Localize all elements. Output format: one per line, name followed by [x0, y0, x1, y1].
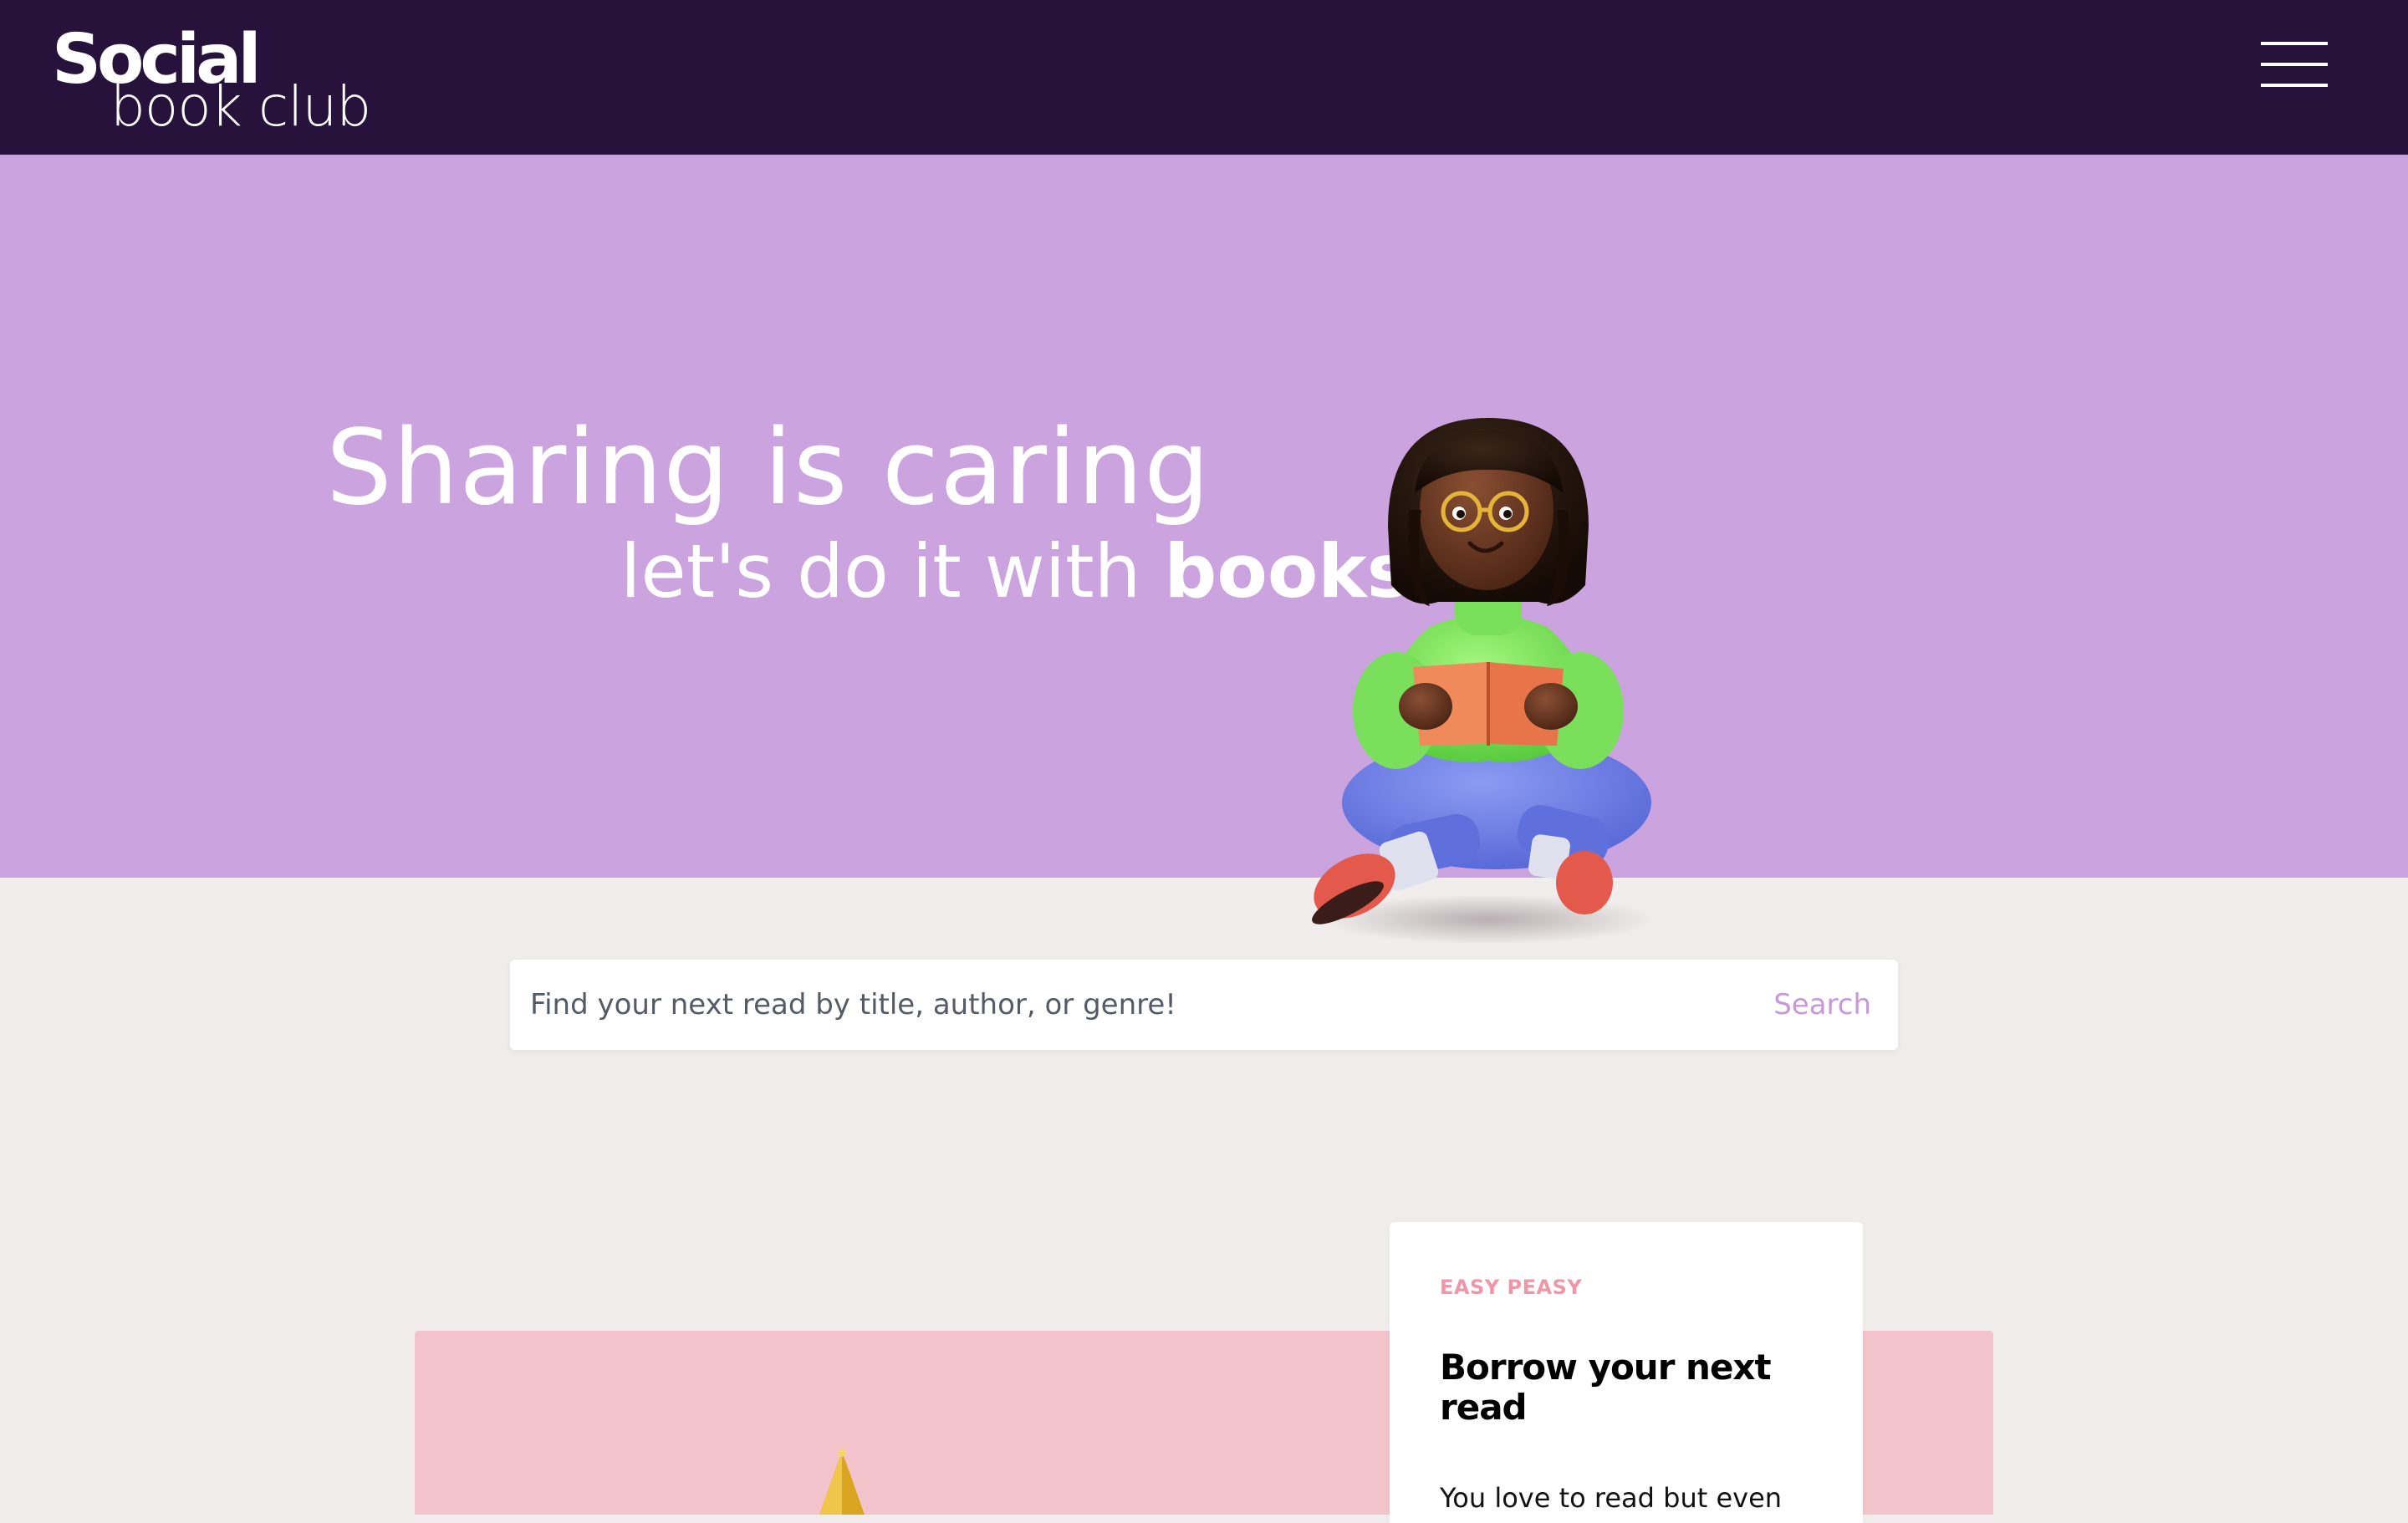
feature-card-eyebrow: EASY PEASY	[1440, 1276, 1583, 1299]
girl-reading-book-illustration	[1312, 418, 1656, 945]
menu-bar-middle	[2261, 63, 2328, 66]
search-button[interactable]: Search	[1746, 978, 1871, 1031]
site-logo[interactable]: Social book club	[50, 18, 401, 144]
feature-card-title: Borrow your next read	[1440, 1347, 1772, 1428]
gold-trophy-illustration	[819, 1449, 865, 1515]
hamburger-menu-icon[interactable]	[2256, 35, 2331, 94]
feature-card-body: You love to read but even	[1440, 1482, 1783, 1514]
logo-words-book-club: book club	[110, 74, 371, 139]
hero-title: Sharing is caring	[326, 408, 1211, 528]
site-header: Social book club	[0, 0, 2408, 155]
search-input[interactable]	[510, 960, 1714, 1050]
feature-card[interactable]: EASY PEASY Borrow your next read You lov…	[1390, 1222, 1863, 1523]
hero-section: Sharing is caring let's do it with books…	[0, 155, 2408, 878]
menu-bar-bottom	[2261, 84, 2328, 87]
hero-subtitle-prefix: let's do it with	[620, 528, 1165, 614]
menu-bar-top	[2261, 42, 2328, 45]
search-bar	[510, 960, 1898, 1050]
